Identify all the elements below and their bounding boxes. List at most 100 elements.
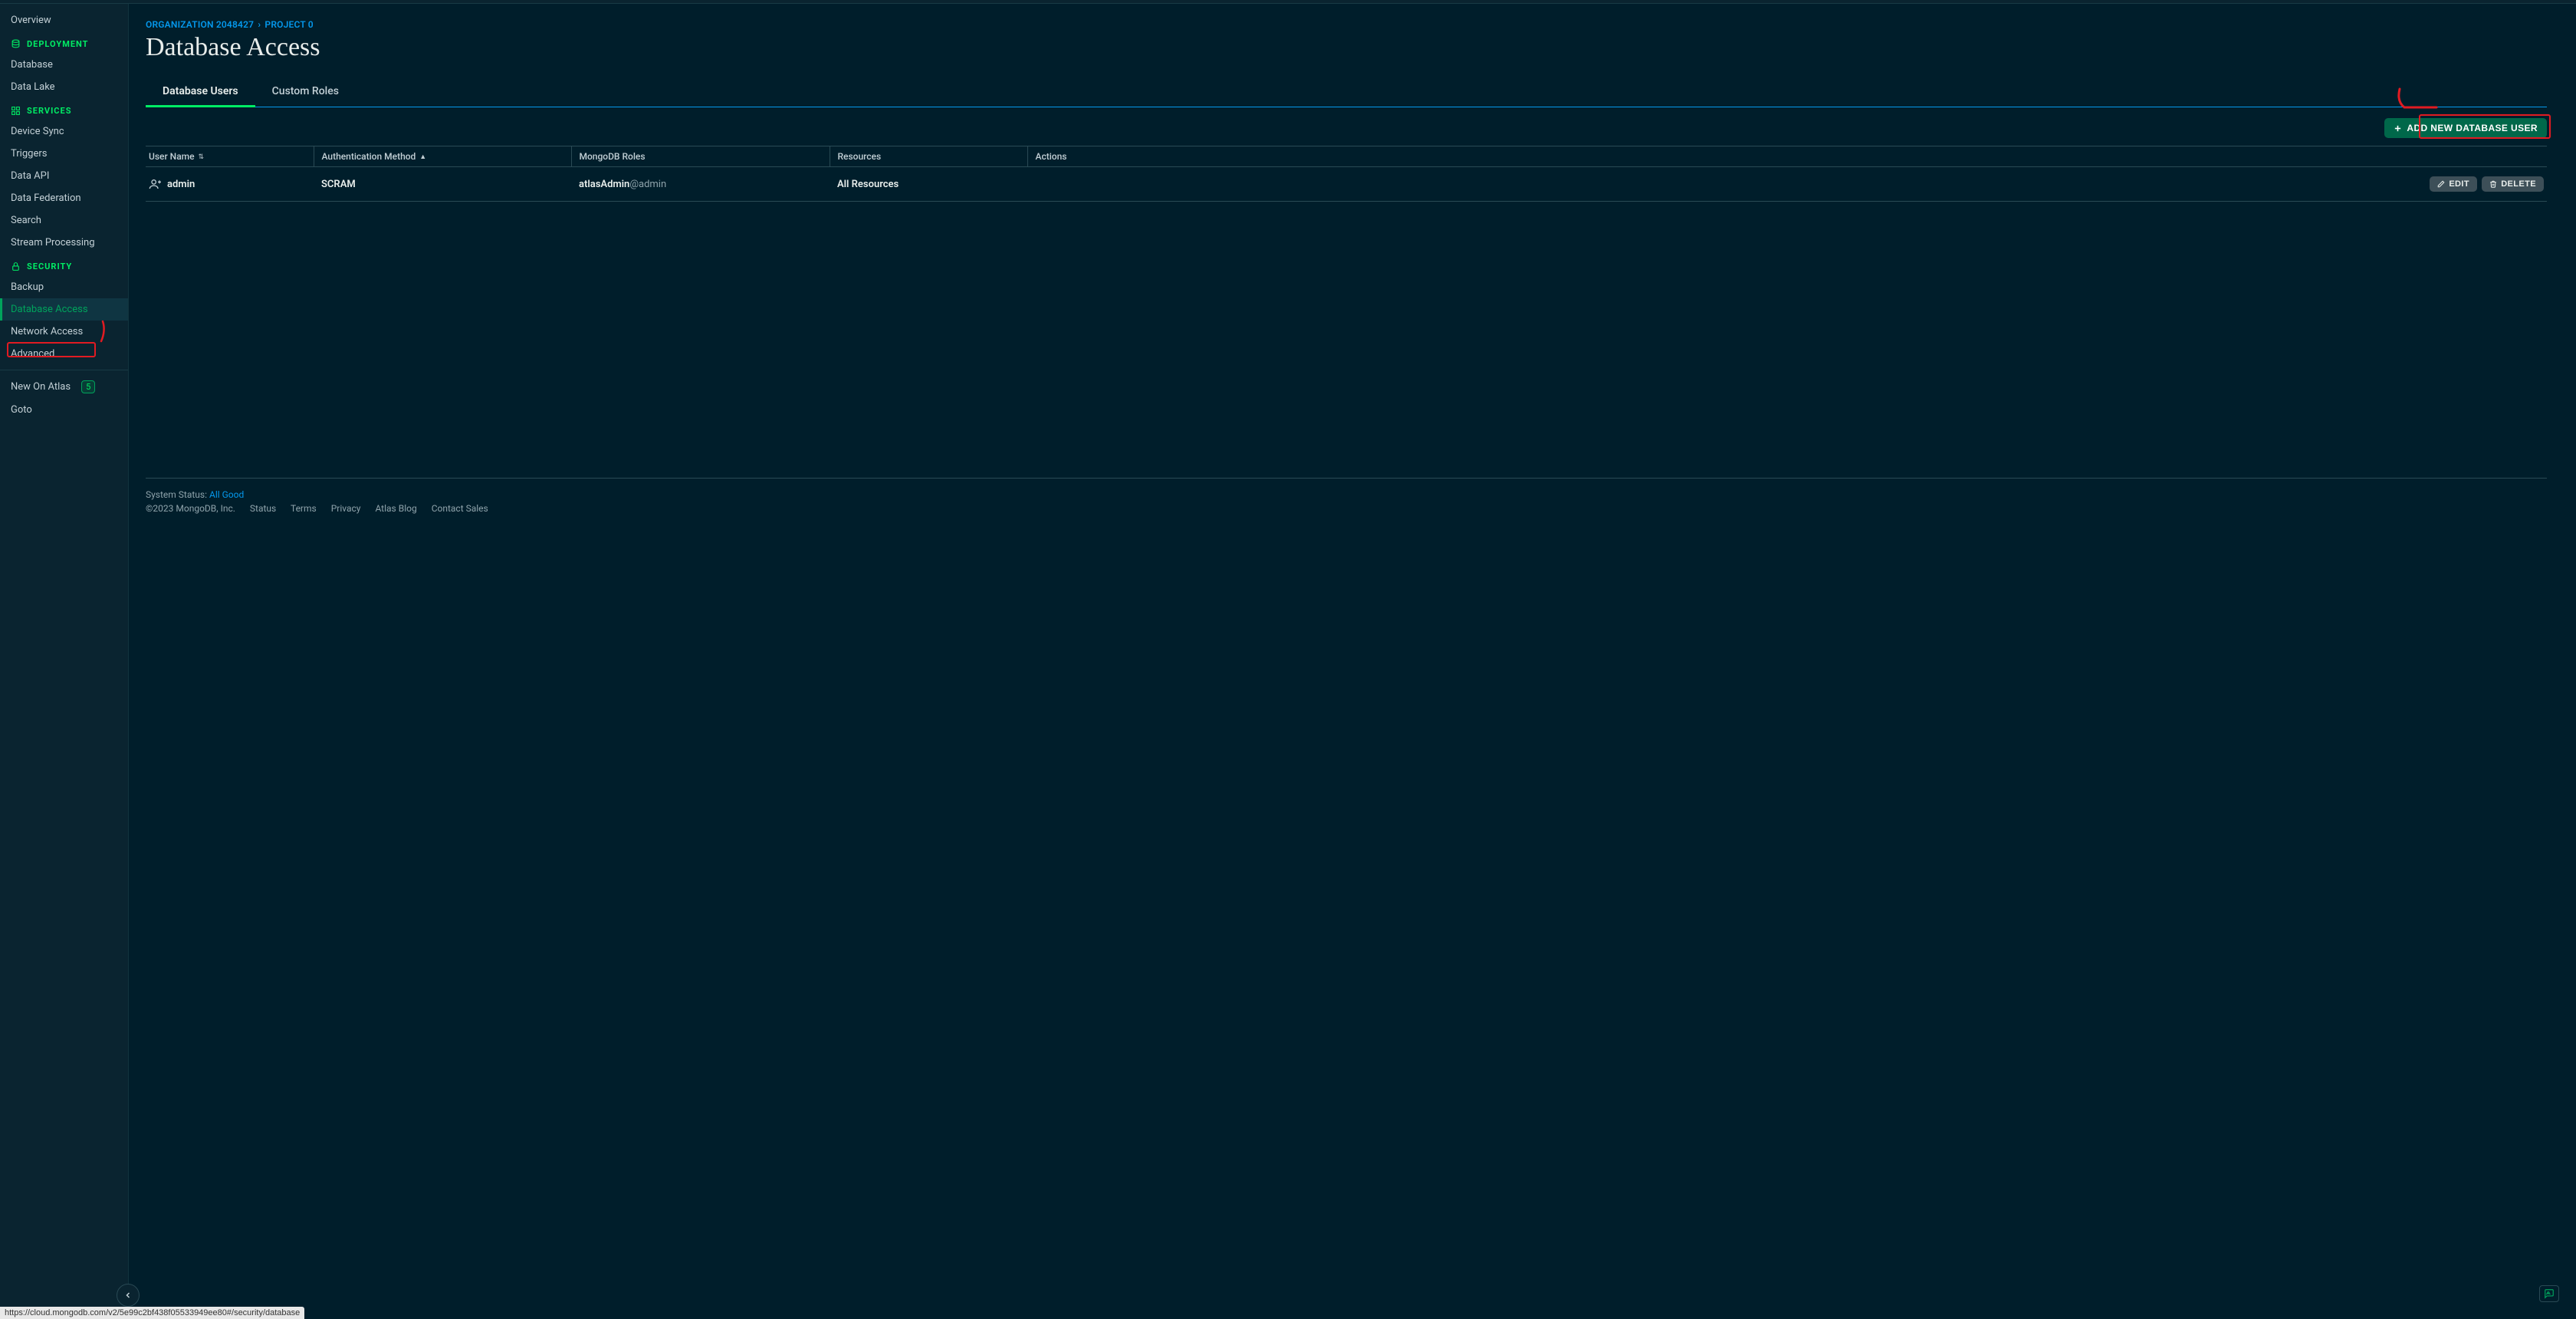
sidebar-section-security: SECURITY — [0, 254, 128, 276]
sidebar-item-overview[interactable]: Overview — [0, 4, 128, 31]
footer-link-privacy[interactable]: Privacy — [331, 503, 361, 514]
col-label: User Name — [149, 151, 195, 162]
chat-icon — [2544, 1288, 2555, 1299]
page-title: Database Access — [146, 33, 2547, 62]
sidebar-item-device-sync[interactable]: Device Sync — [0, 120, 128, 143]
col-label: MongoDB Roles — [580, 151, 646, 162]
sidebar-item-triggers[interactable]: Triggers — [0, 143, 128, 165]
section-label: SERVICES — [27, 106, 71, 116]
col-label: Actions — [1036, 151, 1067, 162]
footer-copyright: ©2023 MongoDB, Inc. — [146, 503, 235, 514]
sidebar-item-goto[interactable]: Goto — [0, 399, 128, 421]
sidebar-item-label: New On Atlas — [11, 381, 71, 393]
sidebar-item-label: Triggers — [11, 148, 47, 160]
footer: System Status: All Good ©2023 MongoDB, I… — [146, 478, 2547, 532]
footer-status-row: System Status: All Good — [146, 489, 2547, 500]
footer-link-contact[interactable]: Contact Sales — [432, 503, 488, 514]
sidebar-item-label: Database — [11, 59, 53, 71]
main-content: ORGANIZATION 2048427 › PROJECT 0 Databas… — [129, 4, 2576, 1319]
col-user-name[interactable]: User Name ⇅ — [146, 146, 314, 167]
user-name: admin — [167, 179, 195, 190]
sidebar-item-label: Data Lake — [11, 81, 55, 93]
browser-status-url: https://cloud.mongodb.com/v2/5e99c2bf438… — [0, 1307, 304, 1319]
breadcrumb-separator: › — [256, 19, 262, 30]
footer-link-status[interactable]: Status — [250, 503, 276, 514]
tab-label: Database Users — [163, 85, 238, 97]
col-resources: Resources — [830, 146, 1027, 167]
sidebar-item-backup[interactable]: Backup — [0, 276, 128, 298]
section-label: DEPLOYMENT — [27, 39, 88, 49]
trash-icon — [2489, 180, 2497, 188]
sidebar-item-label: Device Sync — [11, 126, 64, 137]
status-label: System Status: — [146, 489, 209, 500]
col-label: Resources — [838, 151, 882, 162]
plus-icon — [2394, 124, 2402, 133]
sidebar-item-advanced[interactable]: Advanced — [0, 343, 128, 365]
cell-auth: SCRAM — [314, 167, 571, 202]
grid-icon — [11, 106, 21, 116]
edit-user-button[interactable]: EDIT — [2430, 176, 2477, 192]
content-area: ORGANIZATION 2048427 › PROJECT 0 Databas… — [129, 4, 2576, 1319]
new-on-atlas-badge: 5 — [81, 380, 95, 393]
sidebar-item-network-access[interactable]: Network Access — [0, 321, 128, 343]
breadcrumb-org[interactable]: ORGANIZATION 2048427 — [146, 19, 254, 30]
sidebar-item-stream-processing[interactable]: Stream Processing — [0, 232, 128, 254]
sidebar-item-data-federation[interactable]: Data Federation — [0, 187, 128, 209]
table-header: User Name ⇅ Authentication Method ▲ Mong… — [146, 146, 2547, 167]
auth-method: SCRAM — [321, 179, 356, 190]
sidebar-item-label: Advanced — [11, 348, 54, 360]
sidebar-item-database[interactable]: Database — [0, 54, 128, 76]
sort-both-icon: ⇅ — [199, 153, 205, 161]
sidebar-item-label: Stream Processing — [11, 237, 95, 248]
footer-links-row: ©2023 MongoDB, Inc. Status Terms Privacy… — [146, 503, 2547, 514]
sidebar-item-label: Network Access — [11, 326, 83, 337]
tab-database-users[interactable]: Database Users — [146, 79, 255, 107]
add-new-database-user-button[interactable]: ADD NEW DATABASE USER — [2384, 118, 2547, 138]
col-roles: MongoDB Roles — [571, 146, 830, 167]
button-label: EDIT — [2449, 179, 2469, 189]
sidebar-item-label: Overview — [11, 15, 51, 26]
cell-resources: All Resources — [830, 167, 1027, 202]
sidebar-item-label: Backup — [11, 281, 44, 293]
button-label: ADD NEW DATABASE USER — [2407, 123, 2538, 133]
pencil-icon — [2437, 180, 2445, 188]
users-table: User Name ⇅ Authentication Method ▲ Mong… — [146, 146, 2547, 202]
resources-value: All Resources — [837, 179, 899, 190]
sidebar-section-services: SERVICES — [0, 98, 128, 120]
sidebar-item-data-api[interactable]: Data API — [0, 165, 128, 187]
footer-link-terms[interactable]: Terms — [291, 503, 317, 514]
role-suffix: @admin — [629, 179, 666, 190]
col-label: Authentication Method — [322, 151, 416, 162]
user-icon — [149, 178, 161, 190]
col-actions: Actions — [1027, 146, 2547, 167]
sidebar-item-label: Goto — [11, 404, 32, 416]
sidebar-section-deployment: DEPLOYMENT — [0, 31, 128, 54]
sidebar-item-database-access[interactable]: Database Access — [0, 298, 128, 321]
delete-user-button[interactable]: DELETE — [2482, 176, 2544, 192]
footer-link-blog[interactable]: Atlas Blog — [375, 503, 416, 514]
tab-label: Custom Roles — [272, 85, 339, 97]
section-label: SECURITY — [27, 261, 72, 271]
cell-roles: atlasAdmin@admin — [571, 167, 830, 202]
status-value-link[interactable]: All Good — [209, 489, 244, 500]
col-auth-method[interactable]: Authentication Method ▲ — [314, 146, 571, 167]
sidebar-item-search[interactable]: Search — [0, 209, 128, 232]
sidebar-item-label: Data API — [11, 170, 49, 182]
button-label: DELETE — [2501, 179, 2536, 189]
cell-actions: EDIT DELETE — [1027, 167, 2547, 202]
sidebar-item-label: Database Access — [11, 304, 88, 315]
sort-asc-icon: ▲ — [419, 153, 426, 161]
chevron-left-icon — [123, 1291, 133, 1300]
tab-custom-roles[interactable]: Custom Roles — [255, 79, 356, 107]
sidebar-item-label: Search — [11, 215, 41, 226]
chat-button[interactable] — [2539, 1285, 2559, 1302]
breadcrumb-project[interactable]: PROJECT 0 — [264, 19, 313, 30]
sidebar: Overview DEPLOYMENT Database Data Lake S… — [0, 4, 129, 1319]
sidebar-item-new-on-atlas[interactable]: New On Atlas 5 — [0, 375, 128, 399]
sidebar-collapse-button[interactable] — [117, 1284, 140, 1307]
sidebar-item-label: Data Federation — [11, 192, 81, 204]
cell-user: admin — [146, 167, 314, 202]
table-row: admin SCRAM atlasAdmin@admin All Resourc… — [146, 167, 2547, 202]
sidebar-item-data-lake[interactable]: Data Lake — [0, 76, 128, 98]
tabs: Database Users Custom Roles — [146, 79, 2547, 107]
